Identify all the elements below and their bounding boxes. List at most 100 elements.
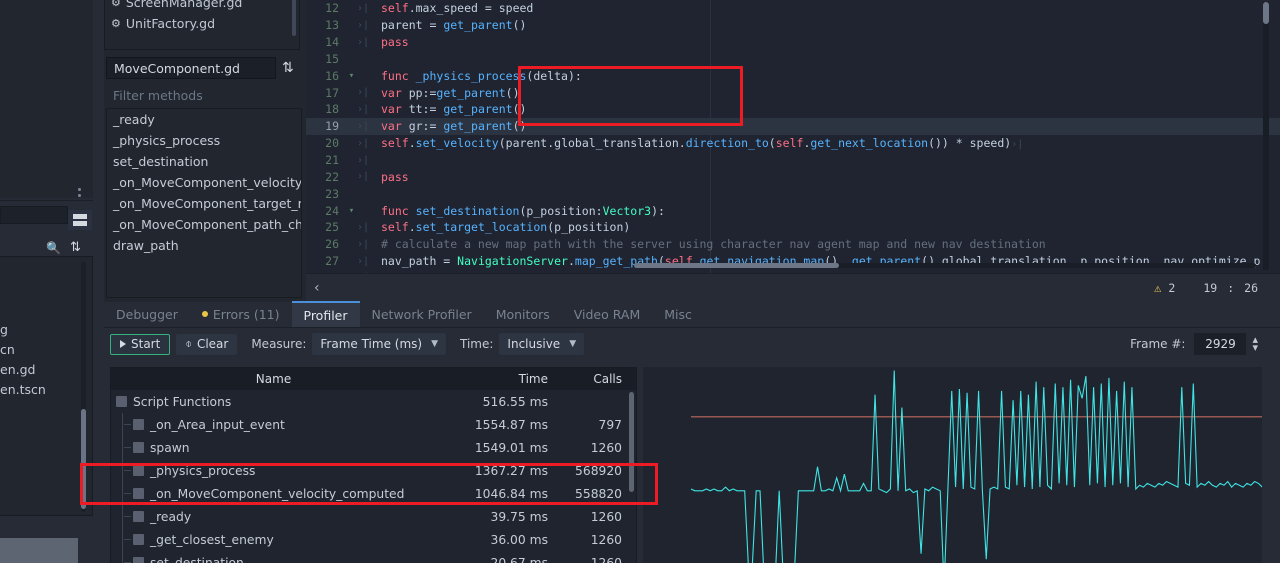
debugger-tabs[interactable]: Debugger Errors (11) Profiler Network Profi…	[104, 301, 1280, 328]
series-color-swatch[interactable]	[133, 419, 144, 430]
method-item[interactable]: set_destination	[107, 151, 301, 172]
tab-marker-icon: ›|	[357, 238, 370, 250]
method-item[interactable]: _ready	[107, 109, 301, 130]
table-row[interactable]: spawn 1549.01 ms 1260	[111, 436, 636, 459]
code-text: pass	[381, 35, 409, 50]
left-dock-top	[0, 0, 100, 198]
current-script-field[interactable]: MoveComponent.gd	[106, 57, 276, 79]
editor-horizontal-scrollbar[interactable]	[634, 263, 1256, 268]
tab-profiler[interactable]: Profiler	[291, 301, 360, 327]
code-lines[interactable]: 12 ›| self.max_speed = speed 13 ›| parent = g…	[306, 0, 1280, 273]
row-time-cell: 20.67 ms	[490, 555, 549, 563]
code-line[interactable]: 19 ›| var gr:= get_parent()	[306, 117, 1280, 135]
code-line[interactable]: 13 ›| parent = get_parent()	[306, 17, 1280, 34]
code-line[interactable]: 17 ›| var pp:=get_parent()	[306, 84, 1280, 101]
profiler-toolbar: Start ⌽ Clear Measure: Frame Time (ms) ▼…	[104, 328, 1280, 360]
script-list-scrollbar[interactable]	[292, 0, 296, 36]
clear-label: Clear	[196, 337, 229, 351]
updown-spinner-icon[interactable]: ▴ ▾	[1252, 334, 1258, 353]
vertical-splitter[interactable]	[93, 0, 104, 563]
split-layout-icon[interactable]	[68, 210, 92, 230]
tab-monitors[interactable]: Monitors	[484, 301, 562, 327]
tab-video-ram[interactable]: Video RAM	[562, 301, 653, 327]
code-line[interactable]: 22 ›| pass	[306, 168, 1280, 185]
gear-icon: ⚙	[111, 17, 121, 30]
list-item[interactable]: g	[0, 320, 86, 340]
fold-arrow-icon[interactable]: ▾	[346, 206, 357, 216]
series-color-swatch[interactable]	[133, 534, 144, 545]
left-dock-path-field[interactable]	[0, 206, 68, 224]
code-line[interactable]: 25 ›| self.set_target_location(p_position)	[306, 219, 1280, 236]
gear-icon: ⚙	[111, 0, 121, 9]
code-line[interactable]: 12 ›| self.max_speed = speed	[306, 0, 1280, 17]
table-row[interactable]: _get_closest_enemy 36.00 ms 1260	[111, 528, 636, 551]
chevron-down-icon: ▼	[431, 339, 438, 349]
code-line[interactable]: 14 ›| pass	[306, 34, 1280, 51]
series-color-swatch[interactable]	[133, 488, 144, 499]
code-line[interactable]: 26 ›| # calculate a new map path with the …	[306, 236, 1280, 253]
code-line[interactable]: 18 ›| var tt:= get_parent()	[306, 101, 1280, 118]
list-item[interactable]: cn	[0, 340, 86, 360]
editor-vertical-scrollbar[interactable]	[1263, 2, 1269, 270]
tab-misc[interactable]: Misc	[652, 301, 704, 327]
time-select[interactable]: Inclusive ▼	[499, 333, 585, 355]
table-row[interactable]: _on_MoveComponent_velocity_computed 1046.…	[111, 482, 636, 505]
row-label: set_destination	[150, 555, 244, 563]
list-item[interactable]: ⚙ UnitFactory.gd	[105, 13, 299, 34]
method-list[interactable]: _ready _physics_process set_destination …	[106, 108, 302, 298]
tab-network-profiler[interactable]: Network Profiler	[360, 301, 484, 327]
tab-errors-11[interactable]: Errors (11)	[190, 301, 292, 327]
code-line[interactable]: 23	[306, 185, 1280, 202]
table-body[interactable]: Script Functions 516.55 ms _on_Area_input_…	[111, 390, 636, 563]
series-color-swatch[interactable]	[116, 396, 127, 407]
series-color-swatch[interactable]	[133, 557, 144, 563]
filter-methods-input[interactable]: Filter methods	[106, 84, 302, 106]
fold-arrow-icon[interactable]: ▾	[346, 71, 357, 81]
frame-number-group: Frame #: 2929 ▴ ▾	[1122, 333, 1280, 355]
table-row[interactable]: Script Functions 516.55 ms	[111, 390, 636, 413]
clear-button[interactable]: ⌽ Clear	[176, 333, 238, 355]
script-file-list[interactable]: ⚙ ScreenManager.gd ⚙ UnitFactory.gd	[104, 0, 300, 50]
tab-debugger[interactable]: Debugger	[104, 301, 190, 327]
measure-label: Measure:	[251, 337, 307, 351]
tab-marker-icon: ›|	[357, 2, 370, 14]
table-row[interactable]: _ready 39.75 ms 1260	[111, 505, 636, 528]
sort-icon[interactable]: ⇅	[282, 60, 294, 76]
code-text: func _physics_process(delta):	[381, 68, 582, 83]
list-item[interactable]: ⚙ ScreenManager.gd	[105, 0, 299, 13]
search-icon[interactable]: 🔍	[46, 241, 61, 255]
code-editor[interactable]: 12 ›| self.max_speed = speed 13 ›| parent = g…	[306, 0, 1280, 273]
start-button[interactable]: Start	[110, 333, 171, 355]
list-item[interactable]: en.gd	[0, 360, 86, 380]
method-item[interactable]: draw_path	[107, 235, 301, 256]
method-item[interactable]: _physics_process	[107, 130, 301, 151]
code-text: parent = get_parent()	[381, 18, 527, 33]
method-item[interactable]: _on_MoveComponent_path_changed	[107, 214, 301, 235]
chevron-left-icon[interactable]: ‹	[314, 280, 320, 296]
profiler-graph[interactable]	[643, 367, 1262, 563]
list-item[interactable]: en.tscn	[0, 380, 86, 400]
measure-select[interactable]: Frame Time (ms) ▼	[312, 333, 446, 355]
method-item[interactable]: _on_MoveComponent_target_reached	[107, 193, 301, 214]
series-color-swatch[interactable]	[133, 465, 144, 476]
row-time-cell: 516.55 ms	[482, 394, 548, 409]
line-number: 22	[325, 169, 339, 184]
row-label: _ready	[150, 509, 192, 524]
profiler-table-scrollbar[interactable]	[629, 392, 634, 492]
row-time-cell: 1046.84 ms	[474, 486, 548, 501]
code-line[interactable]: 15	[306, 51, 1280, 68]
frame-number-input[interactable]: 2929	[1194, 333, 1247, 355]
table-row[interactable]: set_destination 20.67 ms 1260	[111, 551, 636, 563]
method-item[interactable]: _on_MoveComponent_velocity_computed	[107, 172, 301, 193]
table-row[interactable]: _physics_process 1367.27 ms 568920	[111, 459, 636, 482]
series-color-swatch[interactable]	[133, 511, 144, 522]
series-color-swatch[interactable]	[133, 442, 144, 453]
sort-icon[interactable]: ⇅	[70, 240, 81, 255]
code-line[interactable]: 20 ›| self.set_velocity(parent.global_tran…	[306, 135, 1280, 152]
profiler-table[interactable]: Name Time Calls Script Functions 516.55 m…	[110, 367, 637, 563]
code-line[interactable]: 24 ▾ func set_destination(p_position:Vecto…	[306, 202, 1280, 219]
left-dock-scrollbar[interactable]	[81, 262, 86, 512]
code-line[interactable]: 16 ▾ func _physics_process(delta):	[306, 67, 1280, 84]
code-line[interactable]: 21 ›|	[306, 152, 1280, 169]
table-row[interactable]: _on_Area_input_event 1554.87 ms 797	[111, 413, 636, 436]
